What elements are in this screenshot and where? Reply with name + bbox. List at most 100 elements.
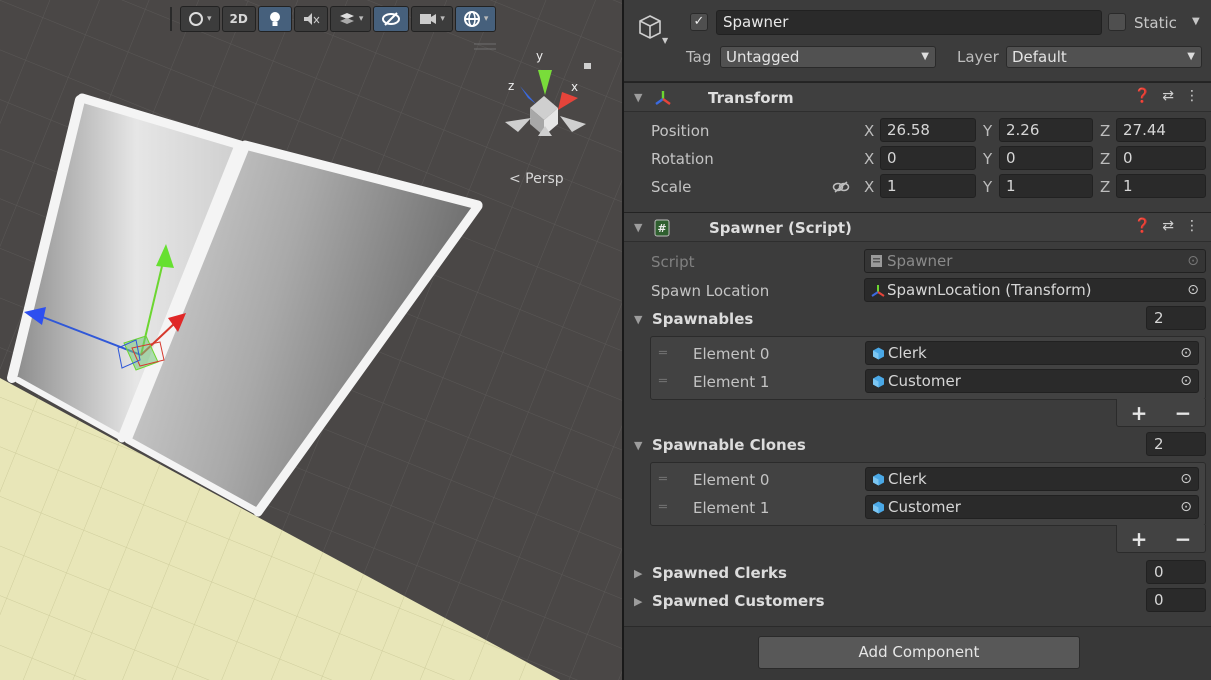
drag-handle-icon[interactable]: ═: [659, 374, 667, 389]
object-picker-icon[interactable]: ⊙: [1187, 279, 1199, 301]
spawnable-clones-label[interactable]: Spawnable Clones: [652, 436, 806, 454]
static-checkbox[interactable]: [1108, 13, 1126, 31]
scale-z-field[interactable]: 1: [1116, 174, 1206, 198]
gizmo-z-label[interactable]: z: [508, 79, 514, 93]
scale-z-axis-label[interactable]: Z: [1100, 178, 1110, 196]
gizmos-dropdown-button[interactable]: ▾: [454, 6, 497, 32]
inspector-panel: ▼ ✓ Spawner Static ▼ Tag Untagged ▼ Laye…: [624, 0, 1211, 680]
foldout-expanded-icon[interactable]: ▼: [634, 91, 642, 104]
spawnables-element-1-field[interactable]: Customer ⊙: [865, 369, 1199, 393]
tag-dropdown[interactable]: Untagged ▼: [720, 46, 936, 68]
spawnable-clones-element-0-label: Element 0: [693, 471, 770, 489]
object-picker-icon[interactable]: ⊙: [1180, 496, 1192, 518]
static-dropdown-caret-icon[interactable]: ▼: [1192, 16, 1200, 27]
2d-toggle-button[interactable]: 2D: [221, 6, 256, 32]
perspective-label[interactable]: < Persp: [509, 171, 564, 187]
spawnables-size-field[interactable]: 2: [1146, 306, 1206, 330]
transform-axes-icon: [655, 91, 671, 105]
effects-dropdown-button[interactable]: ▾: [329, 6, 372, 32]
shading-mode-button[interactable]: ▾: [180, 6, 220, 32]
foldout-expanded-icon[interactable]: ▼: [634, 439, 642, 452]
drag-handle-icon[interactable]: ═: [659, 472, 667, 487]
rotation-x-field[interactable]: 0: [880, 146, 976, 170]
gizmo-x-label[interactable]: x: [571, 80, 578, 94]
scene-visibility-button[interactable]: [373, 6, 410, 32]
rotation-z-field[interactable]: 0: [1116, 146, 1206, 170]
add-element-button[interactable]: +: [1131, 527, 1148, 551]
gizmo-globe-icon: [463, 11, 480, 27]
scene-view[interactable]: ▾ 2D ▾ ▾ ▾ y x z < Persp: [0, 0, 622, 680]
rotation-y-axis-label[interactable]: Y: [983, 150, 992, 168]
lighting-toggle-button[interactable]: [257, 6, 292, 32]
spawnable-clones-list: ═ Element 0 Clerk ⊙ ═ Element 1 Customer…: [650, 462, 1206, 526]
constrain-proportions-link-icon[interactable]: [832, 180, 850, 194]
foldout-expanded-icon[interactable]: ▼: [634, 313, 642, 326]
foldout-collapsed-icon[interactable]: ▶: [634, 595, 642, 608]
position-z-axis-label[interactable]: Z: [1100, 122, 1110, 140]
spawned-customers-size-field[interactable]: 0: [1146, 588, 1206, 612]
object-picker-icon[interactable]: ⊙: [1180, 370, 1192, 392]
spawned-clerks-size-field[interactable]: 0: [1146, 560, 1206, 584]
spawnables-element-0-label: Element 0: [693, 345, 770, 363]
audio-toggle-button[interactable]: [293, 6, 328, 32]
object-name-input[interactable]: Spawner: [716, 10, 1102, 35]
rotation-x-axis-label[interactable]: X: [864, 150, 874, 168]
scale-y-axis-label[interactable]: Y: [983, 178, 992, 196]
presets-icon[interactable]: ⇄: [1162, 88, 1174, 104]
csharp-script-icon: #: [654, 219, 670, 237]
layer-dropdown[interactable]: Default ▼: [1006, 46, 1202, 68]
scale-x-axis-label[interactable]: X: [864, 178, 874, 196]
position-y-field[interactable]: 2.26: [999, 118, 1093, 142]
position-x-field[interactable]: 26.58: [880, 118, 976, 142]
remove-element-button[interactable]: −: [1175, 401, 1192, 425]
foldout-expanded-icon[interactable]: ▼: [634, 221, 642, 234]
rotation-z-axis-label[interactable]: Z: [1100, 150, 1110, 168]
script-label: Script: [651, 253, 695, 271]
help-icon[interactable]: ❓: [1134, 88, 1151, 104]
spawnable-clones-element-1-field[interactable]: Customer ⊙: [865, 495, 1199, 519]
position-z-field[interactable]: 27.44: [1116, 118, 1206, 142]
more-options-icon[interactable]: ⋮: [1185, 88, 1199, 104]
tag-label: Tag: [686, 48, 712, 66]
layer-label: Layer: [957, 48, 999, 66]
spawnables-label[interactable]: Spawnables: [652, 310, 753, 328]
gizmo-y-label[interactable]: y: [536, 49, 543, 63]
camera-icon: [420, 14, 437, 24]
object-picker-icon[interactable]: ⊙: [1180, 342, 1192, 364]
active-checkbox[interactable]: ✓: [690, 13, 708, 31]
spawned-clerks-label[interactable]: Spawned Clerks: [652, 564, 787, 582]
spawnable-clones-size-field[interactable]: 2: [1146, 432, 1206, 456]
spawn-location-label: Spawn Location: [651, 282, 770, 300]
camera-settings-button[interactable]: ▾: [411, 6, 453, 32]
object-picker-icon[interactable]: ⊙: [1180, 468, 1192, 490]
scene-viewport[interactable]: [0, 0, 622, 680]
scale-x-field[interactable]: 1: [880, 174, 976, 198]
foldout-collapsed-icon[interactable]: ▶: [634, 567, 642, 580]
spawnables-list: ═ Element 0 Clerk ⊙ ═ Element 1 Customer…: [650, 336, 1206, 400]
add-component-button[interactable]: Add Component: [758, 636, 1080, 669]
spawned-customers-label[interactable]: Spawned Customers: [652, 592, 825, 610]
help-icon[interactable]: ❓: [1134, 218, 1151, 234]
lightbulb-icon: [269, 12, 280, 26]
drag-handle-icon[interactable]: ═: [659, 346, 667, 361]
rotation-y-field[interactable]: 0: [999, 146, 1093, 170]
spawnable-clones-element-0-field[interactable]: Clerk ⊙: [865, 467, 1199, 491]
transform-title: Transform: [708, 89, 794, 107]
gameobject-cube-icon[interactable]: [638, 14, 662, 40]
icon-dropdown-caret-icon[interactable]: ▼: [662, 36, 668, 45]
presets-icon[interactable]: ⇄: [1162, 218, 1174, 234]
drag-handle-icon[interactable]: ═: [659, 500, 667, 515]
transform-component-header[interactable]: ▼ Transform ❓ ⇄ ⋮: [624, 82, 1211, 112]
more-options-icon[interactable]: ⋮: [1185, 218, 1199, 234]
spawn-location-field[interactable]: SpawnLocation (Transform) ⊙: [864, 278, 1206, 302]
spawnables-element-0-field[interactable]: Clerk ⊙: [865, 341, 1199, 365]
remove-element-button[interactable]: −: [1175, 527, 1192, 551]
static-label: Static: [1134, 14, 1177, 32]
spawner-script-component-header[interactable]: ▼ # Spawner (Script) ❓ ⇄ ⋮: [624, 212, 1211, 242]
position-x-axis-label[interactable]: X: [864, 122, 874, 140]
spawn-location-value: SpawnLocation (Transform): [887, 281, 1092, 299]
add-element-button[interactable]: +: [1131, 401, 1148, 425]
position-y-axis-label[interactable]: Y: [983, 122, 992, 140]
tag-value: Untagged: [726, 48, 800, 66]
scale-y-field[interactable]: 1: [999, 174, 1093, 198]
